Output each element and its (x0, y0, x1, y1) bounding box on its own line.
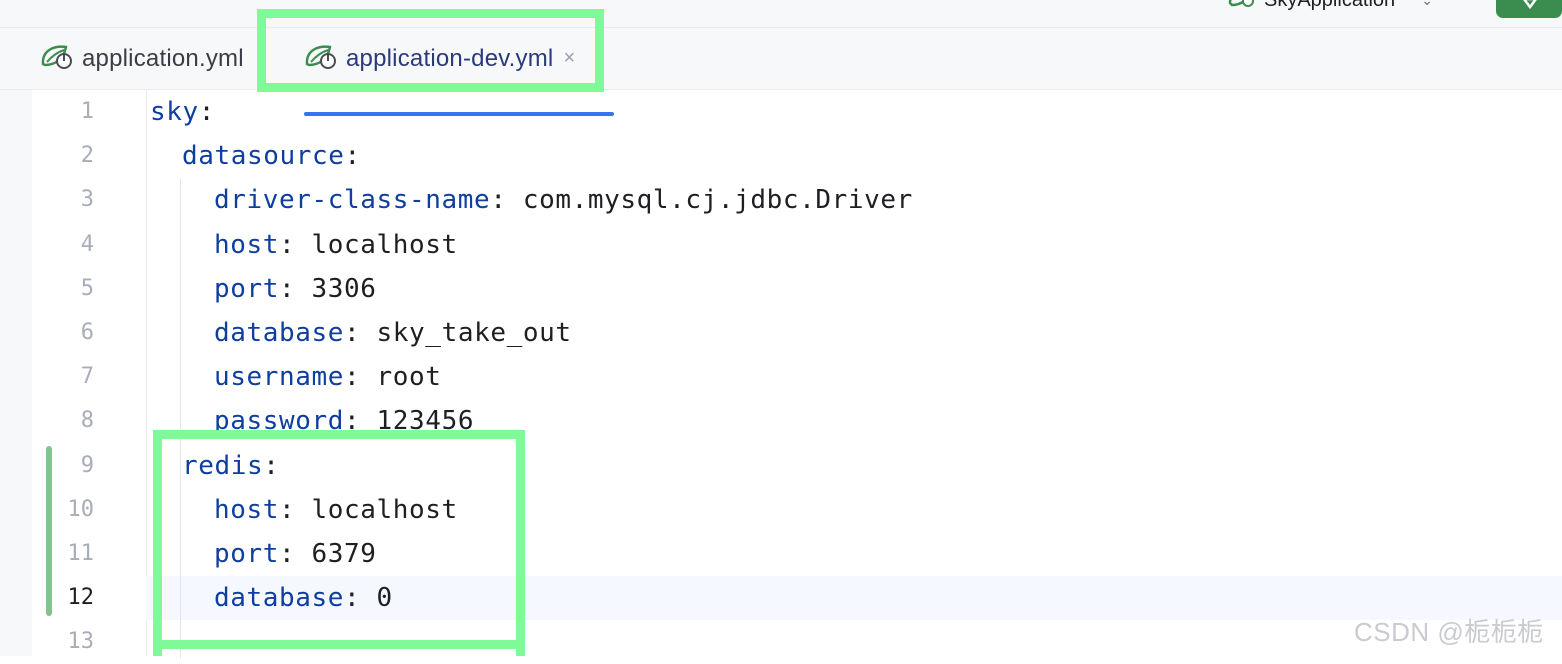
yaml-colon: : (490, 185, 507, 216)
line-number[interactable]: 7 (32, 355, 94, 399)
line-number[interactable]: 12 (32, 576, 95, 620)
code-line[interactable]: sky: (150, 90, 913, 134)
code-line[interactable]: redis: (150, 444, 913, 488)
yaml-colon: : (279, 494, 296, 525)
watermark: CSDN @栀栀栀 (1354, 617, 1544, 647)
code-line[interactable]: host: localhost (150, 488, 913, 532)
line-number[interactable]: 11 (32, 532, 95, 576)
code-line[interactable]: database: 0 (150, 576, 913, 620)
run-toolbar: SkyApplication ⌄ (0, 0, 1562, 28)
code-line[interactable]: username: root (150, 355, 913, 399)
yaml-key: host (214, 229, 280, 260)
yaml-colon: : (344, 362, 361, 393)
left-tool-strip (0, 90, 33, 656)
run-icon (1517, 0, 1541, 18)
yaml-colon: : (198, 97, 216, 127)
tab-label: application-dev.yml (346, 44, 554, 72)
line-number[interactable]: 3 (32, 178, 94, 222)
yaml-colon: : (279, 538, 296, 569)
yaml-colon: : (344, 317, 361, 348)
spring-config-icon (304, 40, 338, 77)
yaml-value: 3306 (295, 273, 377, 304)
run-button[interactable] (1496, 0, 1562, 18)
line-number[interactable]: 4 (32, 223, 94, 267)
yaml-value: 0 (360, 583, 393, 614)
line-number[interactable]: 2 (32, 134, 94, 178)
yaml-value: localhost (295, 494, 458, 525)
yaml-key: username (214, 362, 345, 393)
yaml-key: driver-class-name (214, 185, 491, 216)
yaml-colon: : (279, 273, 296, 304)
tab-application-dev-yml[interactable]: application-dev.yml × (304, 28, 575, 89)
yaml-key: sky (150, 97, 199, 127)
yaml-key: port (214, 538, 280, 569)
run-configuration-selector[interactable]: SkyApplication ⌄ (1226, 0, 1433, 12)
yaml-colon: : (279, 229, 296, 260)
code-line[interactable]: database: sky_take_out (150, 311, 913, 355)
yaml-value: com.mysql.cj.jdbc.Driver (506, 185, 913, 216)
code-lines: sky: datasource: driver-class-name: com.my… (150, 90, 913, 664)
line-number[interactable]: 6 (32, 311, 94, 355)
yaml-value: 6379 (295, 538, 377, 569)
yaml-colon: : (344, 406, 361, 437)
tab-application-yml[interactable]: application.yml (40, 28, 244, 89)
line-number[interactable]: 13 (32, 620, 95, 664)
line-number[interactable]: 9 (32, 444, 94, 488)
code-line[interactable]: port: 3306 (150, 267, 913, 311)
line-number[interactable]: 10 (32, 488, 95, 532)
yaml-key: database (214, 583, 345, 614)
editor-tab-bar: application.yml application-dev.yml × (0, 28, 1562, 116)
yaml-key: host (214, 494, 280, 525)
line-number[interactable]: 5 (32, 267, 94, 311)
yaml-value: sky_take_out (360, 317, 572, 348)
spring-config-icon (40, 40, 74, 77)
yaml-colon: : (344, 141, 361, 172)
yaml-value: 123456 (360, 406, 475, 437)
yaml-value: root (360, 362, 442, 393)
run-configuration-name: SkyApplication (1264, 0, 1395, 12)
yaml-key: redis (182, 450, 264, 481)
yaml-colon: : (263, 450, 280, 481)
code-editor[interactable]: sky: datasource: driver-class-name: com.my… (146, 90, 1562, 658)
spring-boot-icon (1226, 0, 1256, 15)
code-line[interactable]: password: 123456 (150, 399, 913, 443)
code-line[interactable]: host: localhost (150, 223, 913, 267)
code-line[interactable]: datasource: (150, 134, 913, 178)
yaml-value: localhost (295, 229, 458, 260)
highlight-box-redis-bottom (153, 640, 525, 649)
yaml-key: password (214, 406, 345, 437)
line-numbers: 1 2 3 4 5 6 7 8 9 10 11 12 13 (32, 90, 95, 664)
yaml-key: port (214, 273, 280, 304)
close-tab-icon[interactable]: × (563, 47, 575, 70)
yaml-key: datasource (182, 141, 345, 172)
chevron-down-icon: ⌄ (1421, 0, 1433, 9)
code-line[interactable]: driver-class-name: com.mysql.cj.jdbc.Dri… (150, 178, 913, 222)
yaml-key: database (214, 317, 345, 348)
code-line[interactable]: port: 6379 (150, 532, 913, 576)
tab-label: application.yml (82, 44, 244, 72)
line-number[interactable]: 8 (32, 399, 94, 443)
yaml-colon: : (344, 583, 361, 614)
line-number[interactable]: 1 (32, 90, 94, 134)
